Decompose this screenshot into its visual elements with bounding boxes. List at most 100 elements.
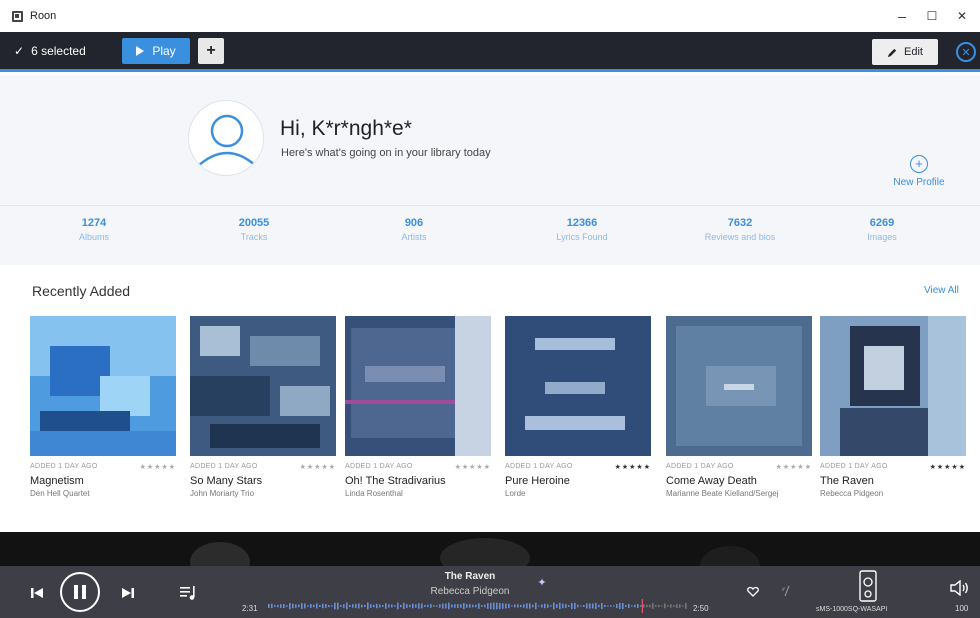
waveform-bar: [592, 603, 594, 609]
rating-stars[interactable]: ★★★★★: [776, 463, 812, 471]
waveform-bar: [586, 603, 588, 609]
stat-label: Artists: [401, 232, 427, 242]
waveform-bar: [313, 604, 315, 608]
rating-stars[interactable]: ★★★★★: [300, 463, 336, 471]
clear-selection-button[interactable]: ✕: [956, 42, 976, 62]
view-all-link[interactable]: View All: [924, 285, 959, 296]
waveform-bar: [475, 604, 477, 608]
waveform-bar: [274, 605, 276, 607]
playhead[interactable]: [641, 599, 643, 613]
waveform-bar: [640, 605, 642, 607]
album-artist[interactable]: Rebecca Pidgeon: [820, 489, 966, 498]
album-artist[interactable]: John Moriarty Trio: [190, 489, 336, 498]
waveform-bar: [352, 604, 354, 608]
greeting-title: Hi, K*r*ngh*e*: [280, 117, 412, 140]
album-artist[interactable]: Lorde: [505, 489, 651, 498]
waveform-bar: [676, 604, 678, 608]
user-silhouette-icon: [196, 114, 258, 168]
now-playing-title[interactable]: The Raven: [380, 571, 560, 582]
waveform-bar: [667, 605, 669, 607]
album-card[interactable]: ADDED 1 DAY AGO ★★★★★ So Many Stars John…: [190, 316, 336, 498]
album-added: ADDED 1 DAY AGO: [820, 463, 888, 470]
waveform-bar: [427, 604, 429, 608]
waveform-bar: [514, 604, 516, 608]
album-title[interactable]: Pure Heroine: [505, 475, 651, 487]
waveform-bar: [526, 603, 528, 609]
album-artist[interactable]: Linda Rosenthal: [345, 489, 491, 498]
waveform-bar: [598, 604, 600, 608]
album-card[interactable]: ADDED 1 DAY AGO ★★★★★ Come Away Death Ma…: [666, 316, 812, 498]
new-profile-button[interactable]: + New Profile: [884, 155, 954, 188]
volume-button[interactable]: [948, 578, 972, 598]
album-cover[interactable]: [820, 316, 966, 456]
waveform-bar: [544, 603, 546, 609]
waveform-bar: [358, 603, 360, 609]
stat-reviews[interactable]: 7632 Reviews and bios: [670, 217, 810, 242]
zone-device-button[interactable]: [857, 570, 879, 602]
recently-added-title: Recently Added: [32, 283, 131, 299]
waveform-bar: [334, 602, 336, 610]
waveform-bar: [412, 603, 414, 609]
album-title[interactable]: The Raven: [820, 475, 966, 487]
album-card[interactable]: ADDED 1 DAY AGO ★★★★★ The Raven Rebecca …: [820, 316, 966, 498]
album-title[interactable]: Come Away Death: [666, 475, 812, 487]
zone-name[interactable]: sMS-1000SQ-WASAPI: [816, 606, 887, 613]
stat-lyrics[interactable]: 12366 Lyrics Found: [512, 217, 652, 242]
stat-albums[interactable]: 1274 Albums: [24, 217, 164, 242]
waveform-bar: [517, 604, 519, 608]
waveform-bar: [469, 604, 471, 608]
album-title[interactable]: Oh! The Stradivarius: [345, 475, 491, 487]
waveform-bar: [280, 604, 282, 608]
now-playing-artist[interactable]: Rebecca Pidgeon: [380, 586, 560, 597]
play-pause-button[interactable]: [60, 572, 100, 612]
rating-stars[interactable]: ★★★★★: [455, 463, 491, 471]
edit-button[interactable]: Edit: [872, 39, 938, 65]
waveform-bar: [406, 604, 408, 608]
waveform-bar: [454, 604, 456, 608]
album-cover[interactable]: [190, 316, 336, 456]
waveform-bar: [292, 603, 294, 609]
user-avatar[interactable]: [188, 100, 264, 176]
dislike-button[interactable]: [778, 582, 796, 600]
stat-value: 1274: [81, 217, 107, 229]
close-window-button[interactable]: ✕: [944, 0, 980, 32]
stat-images[interactable]: 6269 Images: [812, 217, 952, 242]
waveform-bar: [460, 604, 462, 608]
waveform-bar: [655, 605, 657, 607]
queue-button[interactable]: [178, 583, 200, 603]
waveform-bar: [529, 603, 531, 609]
album-title[interactable]: So Many Stars: [190, 475, 336, 487]
album-title[interactable]: Magnetism: [30, 475, 176, 487]
album-cover[interactable]: [30, 316, 176, 456]
album-cover[interactable]: [666, 316, 812, 456]
album-card[interactable]: ADDED 1 DAY AGO ★★★★★ Magnetism Den Hell…: [30, 316, 176, 498]
rating-stars[interactable]: ★★★★★: [615, 463, 651, 471]
album-added: ADDED 1 DAY AGO: [666, 463, 734, 470]
album-card[interactable]: ADDED 1 DAY AGO ★★★★★ Oh! The Stradivari…: [345, 316, 491, 498]
album-cover[interactable]: [505, 316, 651, 456]
seek-waveform[interactable]: [268, 599, 688, 613]
previous-track-button[interactable]: [28, 584, 46, 602]
rating-stars[interactable]: ★★★★★: [140, 463, 176, 471]
next-track-button[interactable]: [119, 584, 137, 602]
play-selected-button[interactable]: Play: [122, 37, 190, 64]
add-to-button[interactable]: +: [198, 37, 224, 64]
skip-previous-icon: [31, 588, 43, 598]
stat-artists[interactable]: 906 Artists: [344, 217, 484, 242]
stat-label: Albums: [78, 232, 109, 242]
waveform-bar: [622, 603, 624, 610]
waveform-bar: [283, 604, 285, 608]
stat-tracks[interactable]: 20055 Tracks: [184, 217, 324, 242]
rating-stars[interactable]: ★★★★★: [930, 463, 966, 471]
favorite-button[interactable]: [744, 582, 762, 600]
album-cover[interactable]: [345, 316, 491, 456]
album-artist[interactable]: Den Hell Quartet: [30, 489, 176, 498]
waveform-bar: [661, 605, 663, 607]
album-added: ADDED 1 DAY AGO: [30, 463, 98, 470]
album-card[interactable]: ADDED 1 DAY AGO ★★★★★ Pure Heroine Lorde: [505, 316, 651, 498]
waveform-bar: [328, 605, 330, 608]
edit-label: Edit: [904, 46, 923, 58]
album-artist[interactable]: Marianne Beate Kielland/Sergej: [666, 489, 812, 498]
waveform-bar: [424, 605, 426, 607]
volume-icon: [950, 580, 968, 596]
